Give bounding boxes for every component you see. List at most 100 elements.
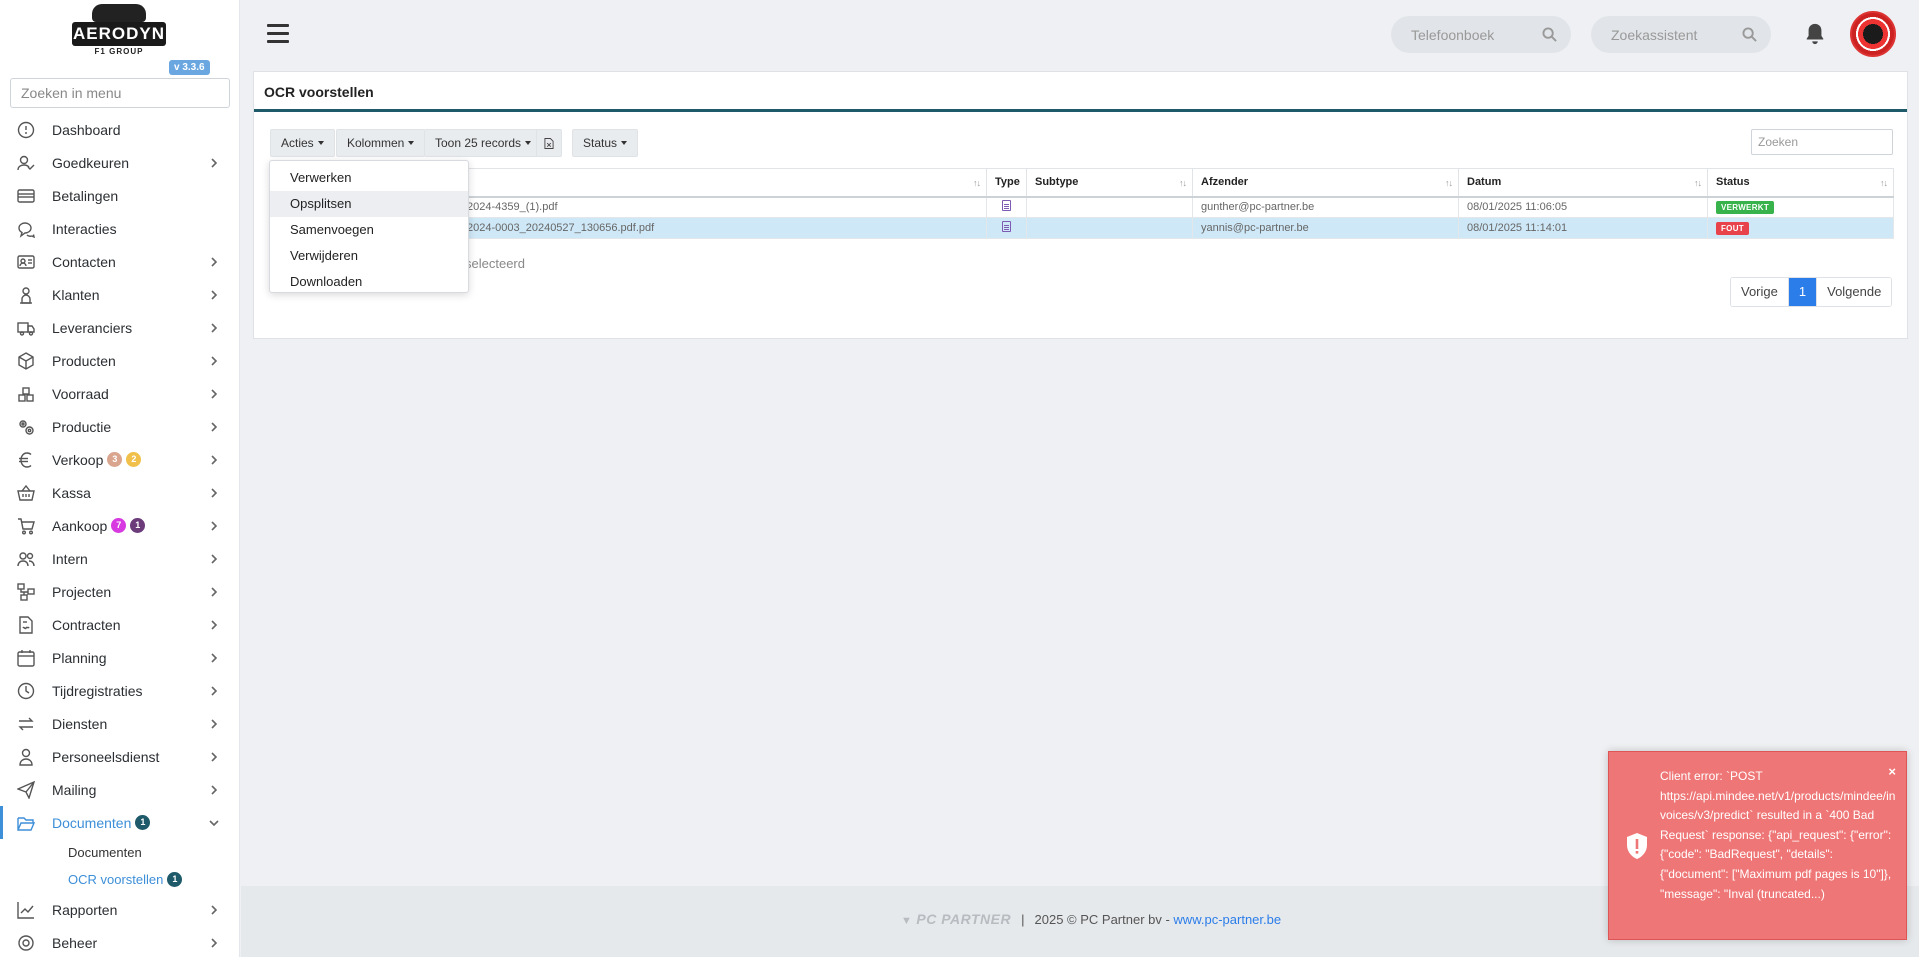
chart-line-icon (14, 901, 38, 919)
subtype-cell (1026, 196, 1193, 218)
aerodyn-logo[interactable]: AERODYN F1 GROUP (72, 4, 166, 56)
sidebar-item-aankoop[interactable]: Aankoop 7 1 (0, 509, 239, 542)
kolommen-label: Kolommen (347, 136, 405, 150)
count-badge: 3 (107, 452, 123, 467)
table-search-input[interactable] (1751, 129, 1893, 155)
sidebar-item-verkoop[interactable]: Verkoop 3 2 (0, 443, 239, 476)
chevron-right-icon (208, 453, 220, 465)
type-cell (986, 196, 1027, 218)
sidebar-item-kassa[interactable]: Kassa (0, 476, 239, 509)
pc-partner-logo: PC PARTNER (901, 911, 1011, 927)
acties-dropdown-button[interactable]: Acties (270, 129, 335, 157)
sidebar-subitem-documenten[interactable]: Documenten (0, 839, 239, 866)
chevron-right-icon (208, 618, 220, 630)
sidebar-item-tijdregistraties[interactable]: Tijdregistraties (0, 674, 239, 707)
sidebar-subitem-ocr-voorstellen[interactable]: OCR voorstellen 1 (0, 866, 239, 893)
table-row[interactable]: 2024-4359_(1).pdf gunther@pc-partner.be 08… (270, 196, 1894, 218)
sort-icon[interactable]: ↑↓ (1179, 178, 1187, 188)
document-icon (1002, 221, 1011, 232)
chevron-right-icon (208, 903, 220, 915)
sidebar: AERODYN F1 GROUP v 3.3.6 Dashboard Goedke… (0, 0, 240, 957)
menu-search-input[interactable] (10, 78, 230, 108)
phonebook-search-input[interactable]: Telefoonboek (1391, 16, 1571, 53)
error-toast: × Client error: `POST https://api.mindee… (1608, 751, 1907, 940)
sidebar-item-label: Dashboard (52, 121, 121, 138)
sidebar-item-label: Mailing (52, 781, 97, 798)
boxes-icon (14, 385, 38, 403)
user-avatar[interactable] (1850, 11, 1896, 57)
export-excel-button[interactable] (536, 129, 562, 157)
next-page-button[interactable]: Volgende (1816, 278, 1892, 306)
menu-item-opsplitsen[interactable]: Opsplitsen (270, 191, 468, 217)
sidebar-item-rapporten[interactable]: Rapporten (0, 893, 239, 926)
search-icon[interactable] (1542, 27, 1557, 42)
chevron-down-icon (208, 816, 220, 828)
logo-text: AERODYN (72, 22, 166, 46)
sort-icon[interactable]: ↑↓ (973, 178, 981, 188)
logo-subtext: F1 GROUP (94, 47, 144, 56)
chevron-right-icon (208, 783, 220, 795)
sidebar-item-leveranciers[interactable]: Leveranciers (0, 311, 239, 344)
settings-icon (14, 934, 38, 952)
menu-item-verwerken[interactable]: Verwerken (270, 165, 468, 191)
chevron-right-icon (208, 387, 220, 399)
column-header-datum[interactable]: Datum ↑↓ (1458, 168, 1708, 198)
sidebar-item-goedkeuren[interactable]: Goedkeuren (0, 146, 239, 179)
pagination: Vorige 1 Volgende (1730, 277, 1893, 307)
sidebar-item-productie[interactable]: Productie (0, 410, 239, 443)
menu-item-verwijderen[interactable]: Verwijderen (270, 243, 468, 269)
page-size-dropdown-button[interactable]: Toon 25 records (424, 129, 543, 157)
sort-icon[interactable]: ↑↓ (1880, 178, 1888, 188)
paper-plane-icon (14, 780, 38, 799)
kolommen-dropdown-button[interactable]: Kolommen (336, 129, 426, 157)
sidebar-item-projecten[interactable]: Projecten (0, 575, 239, 608)
column-header-afzender[interactable]: Afzender ↑↓ (1192, 168, 1459, 198)
sidebar-item-contracten[interactable]: Contracten (0, 608, 239, 641)
sidebar-item-documenten[interactable]: Documenten 1 (0, 806, 239, 839)
sidebar-item-planning[interactable]: Planning (0, 641, 239, 674)
menu-item-samenvoegen[interactable]: Samenvoegen (270, 217, 468, 243)
previous-page-button[interactable]: Vorige (1731, 278, 1789, 306)
user-check-icon (14, 154, 38, 172)
sidebar-item-intern[interactable]: Intern (0, 542, 239, 575)
contract-icon (14, 615, 38, 634)
sidebar-item-klanten[interactable]: Klanten (0, 278, 239, 311)
sidebar-item-diensten[interactable]: Diensten (0, 707, 239, 740)
chevron-right-icon (208, 255, 220, 267)
truck-icon (14, 319, 38, 337)
document-icon (1002, 200, 1011, 212)
sidebar-item-interacties[interactable]: Interacties (0, 212, 239, 245)
assistant-search-input[interactable]: Zoekassistent (1591, 16, 1771, 53)
personnel-icon (14, 748, 38, 766)
caret-down-icon (621, 141, 628, 145)
sidebar-item-beheer[interactable]: Beheer (0, 926, 239, 957)
sidebar-item-dashboard[interactable]: Dashboard (0, 113, 239, 146)
table-row[interactable]: 2024-0003_20240527_130656.pdf.pdf yannis@… (270, 217, 1894, 239)
menu-toggle-icon[interactable] (267, 24, 289, 44)
column-header-type[interactable]: Type (986, 168, 1027, 198)
sort-icon[interactable]: ↑↓ (1445, 178, 1453, 188)
basket-icon (14, 484, 38, 502)
sidebar-item-label: Contacten (52, 253, 116, 270)
sidebar-item-producten[interactable]: Producten (0, 344, 239, 377)
search-icon[interactable] (1742, 27, 1757, 42)
sidebar-item-personeelsdienst[interactable]: Personeelsdienst (0, 740, 239, 773)
sidebar-item-label: Producten (52, 352, 116, 369)
page-1-button[interactable]: 1 (1788, 278, 1817, 306)
column-header-subtype[interactable]: Subtype ↑↓ (1026, 168, 1193, 198)
sort-icon[interactable]: ↑↓ (1694, 178, 1702, 188)
menu-item-downloaden[interactable]: Downloaden (270, 269, 468, 295)
bell-icon[interactable] (1804, 22, 1828, 46)
status-dropdown-button[interactable]: Status (572, 129, 639, 157)
sidebar-item-contacten[interactable]: Contacten (0, 245, 239, 278)
sidebar-item-betalingen[interactable]: Betalingen (0, 179, 239, 212)
date-cell: 08/01/2025 11:06:05 (1458, 196, 1708, 218)
footer-link[interactable]: www.pc-partner.be (1173, 912, 1281, 927)
column-header-status[interactable]: Status ↑↓ (1707, 168, 1894, 198)
toast-message: Client error: `POST https://api.mindee.n… (1660, 769, 1896, 901)
sidebar-item-voorraad[interactable]: Voorraad (0, 377, 239, 410)
sidebar-item-mailing[interactable]: Mailing (0, 773, 239, 806)
chevron-right-icon (208, 486, 220, 498)
sidebar-subitem-label: OCR voorstellen (68, 872, 164, 887)
customer-icon (14, 286, 38, 304)
